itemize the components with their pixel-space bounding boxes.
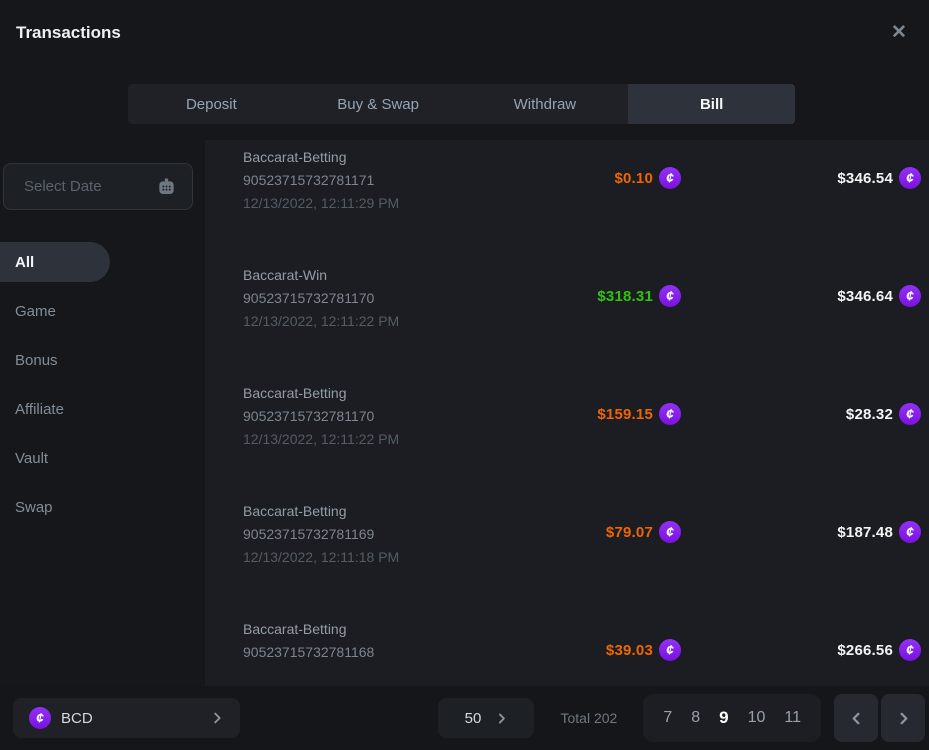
pagination: 7 8 9 10 11 — [643, 694, 821, 742]
transaction-name: Baccarat-Betting — [243, 382, 461, 405]
transaction-amount: $79.07 ¢ — [461, 521, 681, 543]
bcd-coin-icon: ¢ — [899, 639, 921, 661]
transaction-id: 90523715732781170 — [243, 405, 461, 428]
bcd-coin-icon: ¢ — [659, 285, 681, 307]
sidebar-item-all[interactable]: All — [0, 242, 110, 282]
table-row: Baccarat-Betting 90523715732781170 12/13… — [205, 376, 929, 494]
table-row: Baccarat-Betting 90523715732781171 12/13… — [205, 140, 929, 258]
date-picker-input[interactable]: Select Date — [3, 163, 193, 210]
tab-withdraw[interactable]: Withdraw — [462, 84, 629, 124]
bcd-coin-icon: ¢ — [899, 167, 921, 189]
sidebar-item-bonus[interactable]: Bonus — [0, 336, 205, 385]
tab-bar: DepositBuy & SwapWithdrawBill — [128, 84, 795, 124]
transaction-balance: $346.64 ¢ — [721, 285, 921, 307]
transaction-time: 12/13/2022, 12:11:18 PM — [243, 546, 461, 569]
transaction-info: Baccarat-Betting 90523715732781170 12/13… — [243, 382, 461, 451]
modal-footer: ¢ BCD 50 Total 202 7 8 9 10 11 — [0, 686, 929, 750]
transaction-id: 90523715732781169 — [243, 523, 461, 546]
transaction-name: Baccarat-Betting — [243, 500, 461, 523]
bcd-coin-icon: ¢ — [899, 285, 921, 307]
transaction-amount: $318.31 ¢ — [461, 285, 681, 307]
tab-bill[interactable]: Bill — [628, 84, 795, 124]
balance-value: $346.54 — [837, 170, 893, 187]
date-placeholder: Select Date — [24, 178, 157, 195]
page-number-11[interactable]: 11 — [784, 709, 801, 727]
table-row: Baccarat-Win 90523715732781170 12/13/202… — [205, 258, 929, 376]
table-row: Baccarat-Betting 90523715732781168 $39.0… — [205, 612, 929, 686]
transaction-info: Baccarat-Betting 90523715732781169 12/13… — [243, 500, 461, 569]
tab-zone: DepositBuy & SwapWithdrawBill — [0, 65, 929, 140]
prev-page-button[interactable] — [834, 694, 878, 742]
page-number-8[interactable]: 8 — [691, 709, 700, 727]
transactions-modal: Transactions ✕ DepositBuy & SwapWithdraw… — [0, 0, 929, 750]
currency-selector-button[interactable]: ¢ BCD — [13, 698, 240, 738]
transaction-amount: $159.15 ¢ — [461, 403, 681, 425]
balance-value: $346.64 — [837, 288, 893, 305]
tab-buy-swap[interactable]: Buy & Swap — [295, 84, 462, 124]
transaction-balance: $187.48 ¢ — [721, 521, 921, 543]
transaction-name: Baccarat-Betting — [243, 146, 461, 169]
bcd-coin-icon: ¢ — [659, 403, 681, 425]
page-number-7[interactable]: 7 — [663, 709, 672, 727]
bcd-coin-icon: ¢ — [659, 639, 681, 661]
transaction-amount: $39.03 ¢ — [461, 639, 681, 661]
transaction-name: Baccarat-Betting — [243, 618, 461, 641]
transaction-info: Baccarat-Betting 90523715732781171 12/13… — [243, 146, 461, 215]
modal-header: Transactions ✕ — [0, 0, 929, 65]
sidebar-item-affiliate[interactable]: Affiliate — [0, 385, 205, 434]
pagination-nav — [834, 694, 925, 742]
transaction-time: 12/13/2022, 12:11:22 PM — [243, 428, 461, 451]
transaction-name: Baccarat-Win — [243, 264, 461, 287]
sidebar-item-game[interactable]: Game — [0, 287, 205, 336]
bcd-coin-icon: ¢ — [659, 167, 681, 189]
bcd-coin-icon: ¢ — [899, 521, 921, 543]
close-icon[interactable]: ✕ — [885, 19, 913, 47]
balance-value: $187.48 — [837, 524, 893, 541]
bcd-coin-icon: ¢ — [29, 707, 51, 729]
amount-value: $39.03 — [606, 642, 653, 659]
chevron-right-icon — [495, 712, 508, 725]
bcd-coin-icon: ¢ — [899, 403, 921, 425]
transaction-info: Baccarat-Win 90523715732781170 12/13/202… — [243, 264, 461, 333]
transaction-id: 90523715732781171 — [243, 169, 461, 192]
sidebar: Select Date All GameBonusAffiliateVaultSw… — [0, 140, 205, 686]
tab-deposit[interactable]: Deposit — [128, 84, 295, 124]
transaction-balance: $266.56 ¢ — [721, 639, 921, 661]
chevron-right-icon — [896, 711, 911, 726]
modal-body: Select Date All GameBonusAffiliateVaultSw… — [0, 140, 929, 686]
calendar-icon — [157, 177, 176, 196]
chevron-left-icon — [849, 711, 864, 726]
transaction-id: 90523715732781168 — [243, 641, 461, 664]
chevron-right-icon — [210, 711, 224, 725]
bcd-coin-icon: ¢ — [659, 521, 681, 543]
transaction-balance: $28.32 ¢ — [721, 403, 921, 425]
page-size-selector[interactable]: 50 — [438, 698, 534, 738]
total-count-label: Total 202 — [560, 710, 617, 726]
transaction-time: 12/13/2022, 12:11:22 PM — [243, 310, 461, 333]
page-size-value: 50 — [465, 710, 482, 727]
transaction-list: Baccarat-Betting 90523715732781171 12/13… — [205, 140, 929, 686]
transaction-amount: $0.10 ¢ — [461, 167, 681, 189]
filter-list: All GameBonusAffiliateVaultSwap — [0, 242, 205, 532]
balance-value: $266.56 — [837, 642, 893, 659]
transaction-info: Baccarat-Betting 90523715732781168 — [243, 618, 461, 664]
amount-value: $159.15 — [597, 406, 653, 423]
transaction-id: 90523715732781170 — [243, 287, 461, 310]
page-number-9[interactable]: 9 — [719, 708, 728, 728]
sidebar-item-vault[interactable]: Vault — [0, 434, 205, 483]
transaction-balance: $346.54 ¢ — [721, 167, 921, 189]
amount-value: $0.10 — [614, 170, 653, 187]
transaction-time: 12/13/2022, 12:11:29 PM — [243, 192, 461, 215]
balance-value: $28.32 — [846, 406, 893, 423]
amount-value: $79.07 — [606, 524, 653, 541]
amount-value: $318.31 — [597, 288, 653, 305]
page-number-10[interactable]: 10 — [748, 709, 766, 727]
sidebar-item-swap[interactable]: Swap — [0, 483, 205, 532]
next-page-button[interactable] — [881, 694, 925, 742]
table-row: Baccarat-Betting 90523715732781169 12/13… — [205, 494, 929, 612]
currency-code: BCD — [61, 710, 93, 727]
page-title: Transactions — [16, 23, 121, 43]
